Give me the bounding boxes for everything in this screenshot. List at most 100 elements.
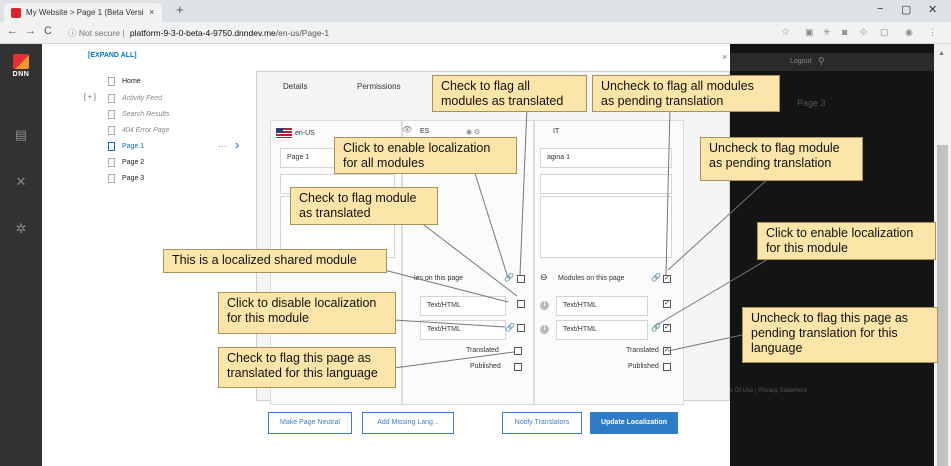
page-icon (108, 125, 115, 135)
module-translated-checkbox-it-2[interactable]: ✓ (663, 324, 671, 332)
tree-item-label: Home (122, 78, 141, 85)
preview-header (730, 53, 935, 71)
chevron-right-icon[interactable]: › (235, 137, 239, 152)
module-name-es: Text/HTML (420, 296, 506, 316)
modules-header-es: les on this page (414, 275, 464, 282)
page-published-checkbox-es[interactable] (514, 363, 522, 371)
published-label-es: Published (470, 363, 501, 370)
modules-icon: ⊖ (540, 272, 548, 282)
notify-translators-button[interactable]: Notify Translators (502, 412, 582, 434)
content-icon[interactable]: ▤ (11, 127, 31, 143)
dnn-favicon-icon (11, 8, 21, 18)
forward-button[interactable]: → (25, 25, 36, 37)
minimize-button[interactable]: − (877, 3, 883, 15)
close-window-button[interactable]: ✕ (928, 3, 937, 16)
menu-icon[interactable]: ⋮ (928, 27, 937, 38)
tree-item[interactable]: Page 1 (108, 141, 144, 152)
new-tab-button[interactable]: + (176, 2, 184, 17)
tree-item[interactable]: Search Results (108, 109, 169, 120)
module-translated-checkbox-es[interactable] (517, 300, 525, 308)
page-icon (108, 157, 115, 167)
translate-all-checkbox-es[interactable] (517, 275, 525, 283)
tab-title: My Website > Page 1 (Beta Versi (26, 8, 144, 17)
scroll-up-icon[interactable]: ▲ (938, 50, 945, 57)
page-description-it[interactable] (540, 196, 672, 258)
persona-bar: DNN ▤ ✕ ✲ (0, 44, 42, 466)
url-security-info[interactable]: ⓘ Not secure | (68, 28, 125, 38)
preview-page-label: Page 3 (797, 98, 826, 108)
tab-permissions[interactable]: Permissions (357, 82, 401, 91)
eye-icon[interactable]: 👁 (402, 125, 412, 134)
url-domain: platform-9-3-0-beta-4-9750.dnndev.me (129, 28, 276, 38)
extension-icon[interactable]: ▢ (880, 27, 889, 38)
tree-item-label: 404 Error Page (122, 127, 170, 134)
module-name-it: Text/HTML (556, 296, 648, 316)
module-translated-checkbox-it[interactable]: ✓ (663, 300, 671, 308)
callout-enable-all-modules: Click to enable localization for all mod… (334, 137, 517, 174)
extension-icon[interactable]: ▣ (805, 27, 814, 38)
browser-tab[interactable]: My Website > Page 1 (Beta Versi × (4, 3, 162, 22)
back-button[interactable]: ← (7, 25, 18, 37)
info-icon[interactable]: i (540, 301, 549, 310)
settings-icon[interactable]: ✲ (11, 221, 31, 237)
page-name-field-it[interactable]: agina 1 (540, 148, 672, 168)
modules-header-it: Modules on this page (558, 275, 625, 282)
translate-all-checkbox-it[interactable]: ✓ (663, 275, 671, 283)
tab-details[interactable]: Details (283, 82, 307, 91)
bookmark-star-icon[interactable]: ☆ (781, 27, 790, 38)
more-options-icon[interactable]: ⋯ (218, 141, 228, 152)
page-translated-checkbox-es[interactable] (514, 347, 522, 355)
link-icon[interactable]: 🔗 (651, 273, 661, 282)
link-icon[interactable]: 🔗 (651, 323, 661, 332)
preview-logout-link[interactable]: Logout (790, 58, 811, 65)
page-icon (108, 76, 115, 86)
search-icon[interactable]: ⚲ (818, 56, 825, 67)
page-icon (108, 141, 115, 151)
preview-footer: s Of Use | Privacy Statement (730, 388, 807, 394)
url-path: /en-us/Page-1 (275, 28, 330, 38)
tree-item-label: Page 3 (122, 175, 145, 182)
info-icon[interactable]: i (540, 325, 549, 334)
page-field-it[interactable] (540, 174, 672, 194)
translated-label-it: Translated (626, 347, 659, 354)
extension-icon[interactable]: ✳ (823, 27, 831, 38)
address-bar: ← → C ⓘ Not secure | platform-9-3-0-beta… (0, 22, 951, 44)
dnn-logo[interactable]: DNN (9, 54, 33, 86)
profile-icon[interactable]: ◉ (905, 27, 913, 38)
language-header-es: ES (420, 128, 430, 135)
tree-item[interactable]: Page 2 (108, 157, 144, 168)
page-icon (108, 173, 115, 183)
url-field[interactable]: ⓘ Not secure | platform-9-3-0-beta-4-975… (68, 25, 768, 41)
dnn-logo-icon (13, 54, 29, 69)
module-translated-checkbox-es-2[interactable] (517, 324, 525, 332)
extension-icon[interactable]: ⟐ (860, 27, 867, 38)
add-missing-languages-button[interactable]: Add Missing Lang... (362, 412, 454, 434)
page-published-checkbox-it[interactable] (663, 363, 671, 371)
callout-flag-page-translated: Check to flag this page as translated fo… (218, 347, 396, 388)
tree-item[interactable]: Activity Feed (108, 93, 162, 104)
tree-item[interactable]: Home (108, 76, 141, 87)
expand-toggle[interactable]: [ + ] (84, 94, 96, 101)
scrollbar-thumb[interactable] (937, 145, 948, 466)
tree-item[interactable]: Page 3 (108, 173, 144, 184)
language-header-it: IT (553, 128, 560, 135)
camera-icon[interactable]: ◙ (842, 27, 847, 37)
make-page-neutral-button[interactable]: Make Page Neutral (268, 412, 352, 434)
language-es-status-icons[interactable]: ◉ ⚙ (466, 128, 480, 136)
update-localization-button[interactable]: Update Localization (590, 412, 678, 434)
reload-button[interactable]: C (44, 25, 52, 37)
link-icon[interactable]: 🔗 (504, 273, 514, 282)
module-name-it-2: Text/HTML (556, 320, 648, 340)
callout-disable-module: Click to disable localization for this m… (218, 292, 396, 334)
tree-item[interactable]: 404 Error Page (108, 125, 169, 136)
link-icon[interactable]: 🔗 (505, 323, 515, 332)
tools-icon[interactable]: ✕ (11, 174, 31, 190)
page-translated-checkbox-it[interactable]: ✓ (663, 347, 671, 355)
tab-close-icon[interactable]: × (149, 3, 154, 22)
callout-enable-module: Click to enable localization for this mo… (757, 222, 936, 260)
maximize-button[interactable]: ▢ (901, 3, 911, 16)
close-icon[interactable]: × (722, 52, 727, 62)
us-flag-icon (276, 128, 292, 138)
expand-all-link[interactable]: [EXPAND ALL] (88, 52, 137, 59)
module-name-es-2: Text/HTML (420, 320, 506, 340)
